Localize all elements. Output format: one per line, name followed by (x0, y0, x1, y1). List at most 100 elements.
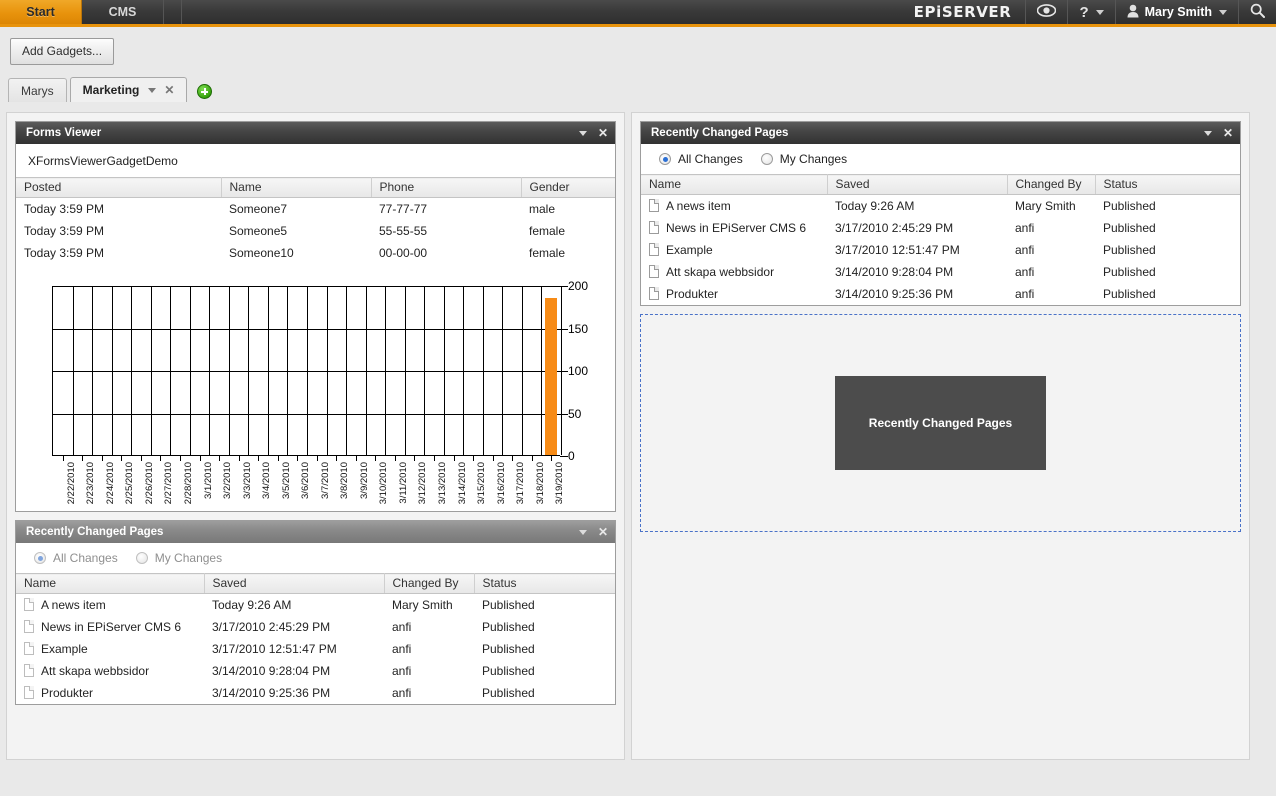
table-row[interactable]: Att skapa webbsidor 3/14/2010 9:28:04 PM a… (16, 660, 615, 682)
radio-all-changes-right[interactable]: All Changes (659, 152, 743, 166)
chart-gridline-vertical (307, 286, 308, 455)
column-header-gender[interactable]: Gender (521, 177, 615, 198)
chart-x-tick (140, 456, 142, 461)
table-row[interactable]: Att skapa webbsidor 3/14/2010 9:28:04 PM a… (641, 261, 1240, 283)
cell-changed-by: anfi (392, 664, 412, 678)
chart-x-tick-label: 2/24/2010 (104, 462, 116, 505)
chevron-down-icon[interactable] (1203, 130, 1212, 136)
gadget-drop-placeholder[interactable]: Recently Changed Pages (640, 314, 1241, 532)
chevron-down-icon[interactable] (578, 130, 587, 136)
table-row[interactable]: Produkter 3/14/2010 9:25:36 PM anfi Publish… (16, 682, 615, 704)
cell-saved: 3/14/2010 9:28:04 PM (212, 664, 331, 678)
column-header-changed-by[interactable]: Changed By (384, 573, 475, 594)
chart-gridline-vertical (443, 286, 445, 455)
dashboard-tab-marys[interactable]: Marys (8, 78, 67, 102)
cell-name: Produkter (641, 283, 827, 305)
table-row[interactable]: Example 3/17/2010 12:51:47 PM anfi Publishe… (641, 239, 1240, 261)
cell-status: Published (482, 642, 535, 656)
global-tab-cms-label: CMS (108, 5, 137, 19)
user-menu-button[interactable]: Mary Smith (1114, 0, 1238, 24)
chevron-down-icon[interactable] (578, 529, 587, 535)
table-row[interactable]: Today 3:59 PM Someone5 55-55-55 female (16, 220, 615, 242)
column-header-saved[interactable]: Saved (827, 174, 1008, 195)
column-header-name[interactable]: Name (16, 573, 205, 594)
cell-gender: male (529, 202, 556, 216)
chart-x-tick (375, 456, 377, 461)
cell-name: A news item (641, 195, 827, 218)
chart-gridline-vertical (385, 286, 387, 455)
page-icon (24, 620, 34, 633)
column-header-changed-by[interactable]: Changed By (1007, 174, 1096, 195)
table-row[interactable]: A news item Today 9:26 AM Mary Smith Publis… (641, 195, 1240, 218)
global-header: Start CMS EPiSERVER ? Mary Smith (0, 0, 1276, 27)
cell-name: A news item (16, 594, 204, 617)
chart-gridline-vertical (463, 286, 465, 455)
gadget-recently-changed-pages-right-body: All Changes My Changes Name Saved Change… (641, 144, 1240, 305)
cell-name: Example (641, 239, 827, 261)
table-row[interactable]: Produkter 3/14/2010 9:25:36 PM anfi Publish… (641, 283, 1240, 305)
table-row[interactable]: News in EPiServer CMS 6 3/17/2010 2:45:29… (641, 217, 1240, 239)
chart-x-tick-label: 3/8/2010 (339, 462, 351, 499)
radio-all-changes-left[interactable]: All Changes (34, 551, 118, 565)
global-tab-start-label: Start (26, 5, 55, 19)
search-button[interactable] (1238, 0, 1276, 24)
close-icon[interactable]: ✕ (598, 526, 608, 538)
add-gadgets-button[interactable]: Add Gadgets... (10, 38, 115, 65)
chart-gridline-vertical (424, 286, 426, 455)
column-header-status[interactable]: Status (1095, 174, 1240, 195)
chart-x-tick (531, 456, 533, 461)
page-icon (24, 664, 34, 677)
cell-saved: 3/17/2010 2:45:29 PM (212, 620, 331, 634)
global-tab-start[interactable]: Start (0, 0, 82, 24)
close-icon[interactable]: ✕ (598, 127, 608, 139)
recently-changed-table-right: Name Saved Changed By Status A news item… (641, 174, 1240, 305)
dashboard-tab-marketing[interactable]: Marketing ✕ (69, 77, 188, 102)
help-button[interactable]: ? (1067, 0, 1114, 24)
table-row[interactable]: Today 3:59 PM Someone7 77-77-77 male (16, 198, 615, 221)
chart-x-tick-label: 2/25/2010 (124, 462, 136, 505)
cell-name: Someone7 (229, 202, 288, 216)
gadget-recently-changed-pages-left-body: All Changes My Changes Name Saved Change… (16, 543, 615, 704)
dashboard-tab-marys-label: Marys (21, 83, 54, 98)
column-header-status[interactable]: Status (474, 573, 615, 594)
radio-all-changes-right-label: All Changes (678, 152, 743, 166)
radio-my-changes-right[interactable]: My Changes (760, 152, 847, 166)
table-row[interactable]: Today 3:59 PM Someone10 00-00-00 female (16, 242, 615, 264)
dashboard-tab-marketing-label: Marketing (82, 83, 140, 97)
close-icon[interactable]: ✕ (1223, 127, 1233, 139)
view-mode-button[interactable] (1025, 0, 1067, 24)
gadget-forms-viewer-header[interactable]: Forms Viewer ✕ (16, 122, 615, 144)
chart-x-tick (101, 456, 103, 461)
table-row[interactable]: News in EPiServer CMS 6 3/17/2010 2:45:29… (16, 616, 615, 638)
global-tab-cms[interactable]: CMS (82, 0, 164, 24)
cell-posted: Today 3:59 PM (24, 246, 105, 260)
column-header-phone[interactable]: Phone (371, 177, 522, 198)
table-row[interactable]: Example 3/17/2010 12:51:47 PM anfi Publishe… (16, 638, 615, 660)
cell-changed-by: anfi (392, 686, 412, 700)
column-header-posted[interactable]: Posted (16, 177, 222, 198)
chart-x-tick-label: 3/2/2010 (222, 462, 234, 499)
close-icon[interactable]: ✕ (164, 83, 174, 97)
chart-x-tick (238, 456, 240, 461)
page-icon (649, 265, 659, 278)
chart-x-tick (62, 456, 64, 461)
chart-gridline-vertical (482, 286, 484, 455)
chart-bar (544, 297, 558, 455)
column-header-name[interactable]: Name (641, 174, 828, 195)
chart-gridline-vertical (365, 286, 367, 455)
cell-status: Published (1103, 199, 1156, 213)
add-tab-button[interactable] (197, 84, 213, 99)
gadget-recently-changed-pages-right-header[interactable]: Recently Changed Pages ✕ (641, 122, 1240, 144)
gadget-recently-changed-pages-left-header[interactable]: Recently Changed Pages ✕ (16, 521, 615, 543)
table-row[interactable]: A news item Today 9:26 AM Mary Smith Publis… (16, 594, 615, 617)
column-header-saved[interactable]: Saved (204, 573, 385, 594)
chart-y-tick (560, 456, 568, 457)
page-icon (649, 199, 659, 212)
chart-x-tick-label: 3/13/2010 (437, 462, 448, 505)
cell-phone: 55-55-55 (379, 224, 428, 238)
radio-my-changes-left[interactable]: My Changes (135, 551, 222, 565)
chevron-down-icon[interactable] (148, 87, 157, 93)
chart-x-tick-label: 2/22/2010 (65, 462, 77, 505)
column-header-name[interactable]: Name (221, 177, 372, 198)
cell-saved: Today 9:26 AM (212, 598, 292, 612)
